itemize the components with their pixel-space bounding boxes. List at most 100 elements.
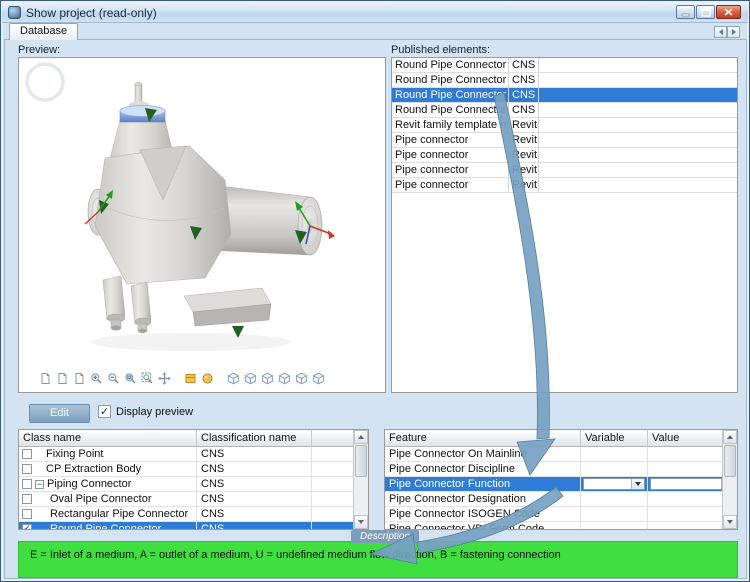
class-row-name-cell: Rectangular Pipe Connector [19,507,197,521]
classification-cell: CNS [197,507,312,521]
back-view-icon[interactable] [293,370,310,387]
published-element-type: CNS [509,73,539,87]
class-row[interactable]: Rectangular Pipe Connector CNS [19,507,368,522]
class-name-header[interactable]: Class name [19,430,197,447]
feature-name-cell: Pipe Connector Discipline [385,462,581,476]
tab-database[interactable]: Database [9,23,79,40]
class-row[interactable]: CP Extraction Body CNS [19,462,368,477]
row-checkbox[interactable]: ✓ [22,524,32,529]
published-row[interactable]: Pipe connector Revit [392,148,737,163]
iso-view-icon[interactable] [225,370,242,387]
feature-header[interactable]: Feature [385,430,581,447]
published-row[interactable]: Revit family template mappingRevit [392,118,737,133]
maximize-button[interactable] [696,5,715,19]
open-document-icon[interactable] [54,370,71,387]
published-element-type: Revit [509,133,539,147]
variable-header[interactable]: Variable [581,430,648,447]
feature-row[interactable]: Pipe Connector On Mainline [385,447,737,462]
classification-cell: CNS [197,492,312,506]
new-document-icon[interactable] [37,370,54,387]
class-table-body: Fixing Point CNS CP Extraction Body CNS − Pip… [19,447,368,529]
rotate-view-icon[interactable] [310,370,327,387]
class-name-text: Fixing Point [46,448,104,460]
row-checkbox[interactable] [22,494,32,504]
titlebar[interactable]: Show project (read-only) [2,2,748,23]
edit-button[interactable]: Edit [29,404,90,423]
feature-row[interactable]: Pipe Connector Discipline [385,462,737,477]
minimize-button[interactable] [676,5,695,19]
published-element-name: Round Pipe Connector [392,73,509,87]
close-icon [724,8,733,16]
feature-row[interactable]: Pipe Connector ISOGEN Code [385,507,737,522]
published-row[interactable]: Pipe connector Revit [392,133,737,148]
published-element-type: Revit [509,118,539,132]
class-row[interactable]: Fixing Point CNS [19,447,368,462]
zoom-window-icon[interactable] [122,370,139,387]
scroll-down-button[interactable] [354,515,368,529]
zoom-in-icon[interactable] [88,370,105,387]
published-element-name: Pipe connector [392,178,509,192]
classification-cell: CNS [197,477,312,491]
classification-name-header[interactable]: Classification name [197,430,312,447]
published-row[interactable]: Round Pipe Connector CNS [392,73,737,88]
arrow-down-icon [358,520,364,524]
preview-viewport[interactable] [18,57,386,393]
shading-mode-icon[interactable] [182,370,199,387]
row-checkbox[interactable] [22,479,32,489]
published-row[interactable]: Round Pipe Connector CNS [392,88,737,103]
published-element-type: CNS [509,103,539,117]
feature-name-cell: Pipe Connector Function [385,477,581,491]
class-table-scrollbar[interactable] [353,430,368,529]
zoom-out-icon[interactable] [105,370,122,387]
feature-row[interactable]: Pipe Connector Designation [385,492,737,507]
row-checkbox[interactable] [22,509,32,519]
class-row[interactable]: ✓ Round Pipe Connector CNS [19,522,368,529]
scroll-down-button[interactable] [723,515,737,529]
published-row[interactable]: Round Pipe Connector CNS [392,103,737,118]
feature-row[interactable]: Pipe Connector Function [385,477,737,492]
feature-row[interactable]: Pipe Connector VDI Form Code [385,522,737,529]
row-checkbox[interactable] [22,449,32,459]
preview-3d-model[interactable] [19,58,385,392]
dropdown-arrow-icon[interactable] [631,479,644,489]
display-preview-label[interactable]: Display preview [116,406,193,418]
published-element-name: Round Pipe Connector [392,88,509,102]
tab-scroll-right-button[interactable] [727,26,740,38]
window-title: Show project (read-only) [26,6,157,20]
scroll-up-button[interactable] [354,430,368,444]
zoom-fit-icon[interactable] [139,370,156,387]
display-preview-checkbox[interactable]: ✓ [98,405,111,418]
material-render-icon[interactable] [199,370,216,387]
scrollbar-thumb[interactable] [724,445,736,477]
pan-icon[interactable] [156,370,173,387]
published-row[interactable]: Pipe connector Revit [392,178,737,193]
class-name-text: Piping Connector [47,478,132,490]
published-row[interactable]: Round Pipe Connector CNS [392,58,737,73]
published-element-name: Pipe connector [392,148,509,162]
preview-toolbar [37,370,327,387]
arrow-up-icon [727,435,733,439]
class-row[interactable]: − Piping Connector CNS [19,477,368,492]
published-row[interactable]: Pipe connector Revit [392,163,737,178]
feature-table-scrollbar[interactable] [722,430,737,529]
tree-collapse-icon[interactable]: − [35,479,44,489]
row-checkbox[interactable] [22,464,32,474]
app-icon [8,6,21,19]
side-view-icon[interactable] [276,370,293,387]
scrollbar-thumb[interactable] [355,445,367,477]
published-element-name: Round Pipe Connector [392,58,509,72]
class-row[interactable]: Oval Pipe Connector CNS [19,492,368,507]
description-text: E = Inlet of a medium, A = outlet of a m… [30,549,561,561]
published-element-extra [539,118,737,132]
front-view-icon[interactable] [242,370,259,387]
top-view-icon[interactable] [259,370,276,387]
tab-scroll-left-button[interactable] [714,26,727,38]
feature-table: Feature Variable Value Pipe Connector On… [384,429,738,530]
variable-cell [581,507,648,521]
close-button[interactable] [716,5,741,19]
published-element-type: Revit [509,163,539,177]
scroll-up-button[interactable] [723,430,737,444]
feature-name-cell: Pipe Connector ISOGEN Code [385,507,581,521]
print-preview-icon[interactable] [71,370,88,387]
variable-combobox[interactable] [583,478,645,490]
